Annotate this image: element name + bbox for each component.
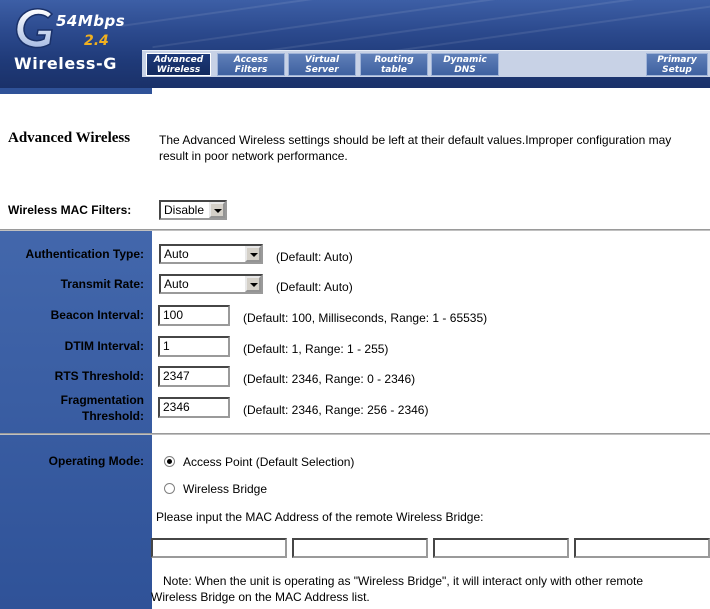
remote-mac-input-1[interactable] xyxy=(151,538,287,558)
transmit-rate-label: Transmit Rate: xyxy=(60,277,144,291)
section-description: The Advanced Wireless settings should be… xyxy=(159,133,672,163)
bridge-note-line1: Note: When the unit is operating as "Wir… xyxy=(163,574,644,588)
fragmentation-threshold-input[interactable]: 2346 xyxy=(158,397,230,418)
radio-access-point[interactable] xyxy=(164,456,175,467)
remote-mac-input-3[interactable] xyxy=(433,538,569,558)
beacon-interval-input[interactable]: 100 xyxy=(158,305,230,326)
transmit-rate-select[interactable]: Auto xyxy=(159,274,263,294)
chevron-down-icon xyxy=(245,246,261,262)
tab-primary-setup[interactable]: Primary Setup xyxy=(646,53,708,76)
sidebar-top-strip xyxy=(0,88,152,94)
fragmentation-label-line2: Threshold: xyxy=(82,409,144,423)
operating-mode-label: Operating Mode: xyxy=(48,454,144,468)
logo-frequency-text: 2.4 xyxy=(84,33,109,49)
tab-routing-table[interactable]: Routing table xyxy=(360,53,428,76)
dtim-interval-hint: (Default: 1, Range: 1 - 255) xyxy=(243,342,389,356)
tab-dynamic-dns[interactable]: Dynamic DNS xyxy=(431,53,499,76)
remote-mac-input-2[interactable] xyxy=(292,538,428,558)
fragmentation-threshold-hint: (Default: 2346, Range: 256 - 2346) xyxy=(243,403,429,417)
auth-type-label: Authentication Type: xyxy=(25,247,144,261)
tab-access-filters[interactable]: Access Filters xyxy=(217,53,285,76)
section-title: Advanced Wireless xyxy=(8,130,131,146)
bridge-note-line2: Wireless Bridge on the MAC Address list. xyxy=(151,590,370,604)
access-point-option-label: Access Point (Default Selection) xyxy=(183,455,355,469)
wireless-bridge-option-label: Wireless Bridge xyxy=(183,482,268,496)
logo-product-name: Wireless-G xyxy=(14,54,118,73)
mac-address-prompt: Please input the MAC Address of the remo… xyxy=(156,510,484,524)
fragmentation-threshold-label: Fragmentation Threshold: xyxy=(0,392,144,424)
beacon-interval-label: Beacon Interval: xyxy=(50,308,144,322)
divider xyxy=(0,433,710,435)
transmit-rate-value: Auto xyxy=(164,277,189,291)
mac-filters-select[interactable]: Disable xyxy=(159,200,227,220)
rts-threshold-label: RTS Threshold: xyxy=(54,369,144,383)
dtim-interval-label: DTIM Interval: xyxy=(64,339,144,353)
auth-type-select[interactable]: Auto xyxy=(159,244,263,264)
fragmentation-label-line1: Fragmentation xyxy=(60,393,144,407)
beacon-interval-hint: (Default: 100, Milliseconds, Range: 1 - … xyxy=(243,311,488,325)
header-banner: 54Mbps 2.4 Wireless-G Advanced Wireless … xyxy=(0,0,710,88)
tab-advanced-wireless[interactable]: Advanced Wireless xyxy=(146,53,211,76)
transmit-rate-hint: (Default: Auto) xyxy=(276,280,353,294)
divider xyxy=(0,229,710,231)
remote-mac-input-4[interactable] xyxy=(574,538,710,558)
logo-speed-text: 54Mbps xyxy=(56,12,126,30)
rts-threshold-input[interactable]: 2347 xyxy=(158,366,230,387)
main-tab-bar: Advanced Wireless Access Filters Virtual… xyxy=(142,50,710,77)
chevron-down-icon xyxy=(245,276,261,292)
mac-filters-value: Disable xyxy=(164,203,205,217)
dtim-interval-input[interactable]: 1 xyxy=(158,336,230,357)
tab-virtual-server[interactable]: Virtual Server xyxy=(288,53,356,76)
mac-filters-label: Wireless MAC Filters: xyxy=(8,203,132,217)
auth-type-hint: (Default: Auto) xyxy=(276,250,353,264)
radio-wireless-bridge[interactable] xyxy=(164,483,175,494)
auth-type-value: Auto xyxy=(164,247,189,261)
rts-threshold-hint: (Default: 2346, Range: 0 - 2346) xyxy=(243,372,416,386)
chevron-down-icon xyxy=(209,202,225,218)
